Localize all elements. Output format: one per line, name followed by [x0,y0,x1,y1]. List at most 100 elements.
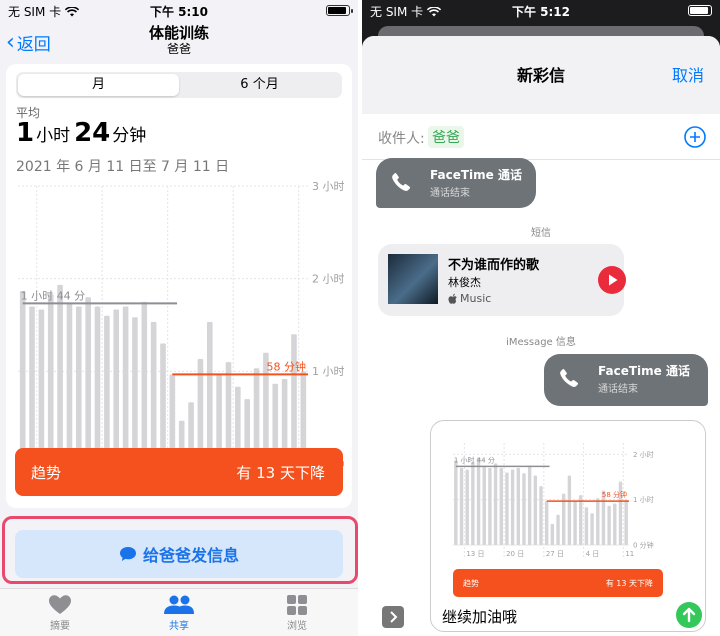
bar-10 [113,309,120,464]
battery-icon [326,5,353,16]
y-tick-label-3: 3 小时 [312,180,344,193]
bar-4 [476,457,481,545]
bar-9 [505,472,509,545]
bar-6 [76,306,82,464]
bar-15 [539,486,543,545]
average-minutes: 24 [74,118,111,148]
facetime-subtitle-outgoing: 通话结束 [598,384,638,395]
music-share-bubble[interactable]: 不为谁而作的歌 林俊杰 Music [378,244,626,316]
average-label-0: 1 小时 44 分 [454,455,495,464]
messages-screen: 无 SIM 卡 下午 5:12 新彩信 取消 收件人: 爸爸 FaceTime … [362,0,720,636]
people-icon [164,595,194,614]
bar-5 [482,466,486,545]
bar-13 [141,301,148,464]
trend-button[interactable]: 趋势 有 13 天下降 [15,448,343,496]
bar-3 [47,294,54,464]
x-tick-label-3: 4 日 [586,550,600,558]
bar-7 [493,463,498,545]
attached-trend-value: 有 13 天下降 [605,579,653,588]
tab-bar: 摘要 共享 浏览 [0,588,358,636]
bar-5 [66,303,73,464]
bar-14 [150,321,157,464]
phone-icon [560,368,579,387]
music-service: Music [448,292,491,305]
apple-logo-icon [448,293,457,304]
y-tick-label-0: 0 分钟 [633,540,654,549]
activity-bar-chart: 0 分钟1 小时2 小时3 小时13 日20 日27 日4 日11 小时 44 … [18,180,344,482]
status-time-right: 下午 5:12 [511,5,571,19]
segment-6-months[interactable]: 6 个月 [179,74,340,96]
page-subtitle: 爸爸 [166,42,191,56]
average-value: 1 小时 24 分钟 [16,118,150,148]
recipient-chip[interactable]: 爸爸 [428,126,464,148]
bar-8 [499,467,503,545]
bar-4 [57,284,63,464]
segment-month[interactable]: 月 [18,74,179,96]
attached-health-card[interactable]: 0 分钟 1 小时 2 小时 13 日 20 日 27 日 4 日 11 1 小时 44 分 58… [430,420,706,632]
bar-28 [613,503,617,545]
x-tick-label-0: 13 日 [466,550,484,558]
cancel-button[interactable]: 取消 [672,62,704,86]
sheet-title: 新彩信 [516,66,565,85]
facetime-subtitle: 通话结束 [430,188,470,199]
tab-browse-label: 浏览 [287,621,307,632]
compose-field[interactable]: 继续加油哦 [442,606,517,627]
average-label-1: 58 分钟 [267,359,307,373]
bar-13 [527,465,532,545]
period-segmented-control: 月 6 个月 [16,72,342,98]
bar-20 [206,321,213,464]
average-label-1: 58 分钟 [602,490,627,499]
facetime-bubble-incoming[interactable]: FaceTime 通话 通话结束 [376,158,536,208]
date-range: 2021 年 6 月 11 日至 7 月 11 日 [16,159,230,175]
bar-20 [567,475,572,545]
artist-name: 林俊杰 [448,276,481,289]
service-label-imessage: iMessage 信息 [506,337,576,348]
bar-3 [471,461,475,545]
screenshot-root: 无 SIM 卡 下午 5:10 ‹ 返回 体能训练 爸爸 月 6 个月 平均 1… [0,0,720,636]
send-arrow-icon[interactable] [676,602,702,628]
bar-11 [516,467,520,545]
song-title: 不为谁而作的歌 [448,258,540,273]
attached-trend-label: 趋势 [463,579,479,588]
x-tick-label-1: 20 日 [506,550,524,558]
heart-icon [49,595,71,614]
music-service-label: Music [460,292,492,305]
bar-0 [454,460,458,545]
tab-sharing-label: 共享 [169,621,189,632]
trend-value: 有 13 天下降 [236,464,325,482]
bar-22 [579,495,583,545]
y-tick-label-2: 2 小时 [633,450,654,459]
bar-30 [624,499,628,545]
bar-15 [160,343,166,464]
play-icon[interactable] [598,266,626,294]
bar-1 [29,306,35,464]
expand-apps-icon[interactable] [382,606,404,628]
bar-23 [584,507,589,545]
tab-summary[interactable]: 摘要 [20,595,100,632]
add-recipient-icon[interactable] [684,126,706,148]
y-tick-label-2: 2 小时 [312,273,344,286]
tab-sharing[interactable]: 共享 [139,595,219,632]
status-bar: 无 SIM 卡 下午 5:10 [0,0,358,20]
attached-bar-chart: 0 分钟 1 小时 2 小时 13 日 20 日 27 日 4 日 11 1 小时 44 分 58… [453,443,654,558]
bar-8 [94,306,101,464]
send-message-button[interactable]: 给爸爸发信息 [15,530,343,578]
bar-24 [590,513,594,545]
bar-21 [573,501,577,545]
nav-bar: ‹ 返回 体能训练 爸爸 [0,20,358,60]
status-bar-right: 无 SIM 卡 下午 5:12 [362,0,720,20]
bar-27 [607,505,611,545]
average-label-0: 1 小时 44 分 [21,289,86,302]
facetime-bubble-outgoing[interactable]: FaceTime 通话 通话结束 [544,354,708,406]
bar-14 [533,475,538,545]
recipient-label: 收件人: [378,131,425,147]
battery-icon [688,5,712,16]
bar-18 [556,514,560,545]
phone-icon [392,172,411,191]
bar-2 [38,309,45,464]
x-tick-label-4: 11 [625,550,634,558]
grid-icon [287,595,307,615]
bar-16 [544,501,549,545]
tab-browse[interactable]: 浏览 [257,595,337,632]
y-tick-label-1: 1 小时 [312,365,344,378]
